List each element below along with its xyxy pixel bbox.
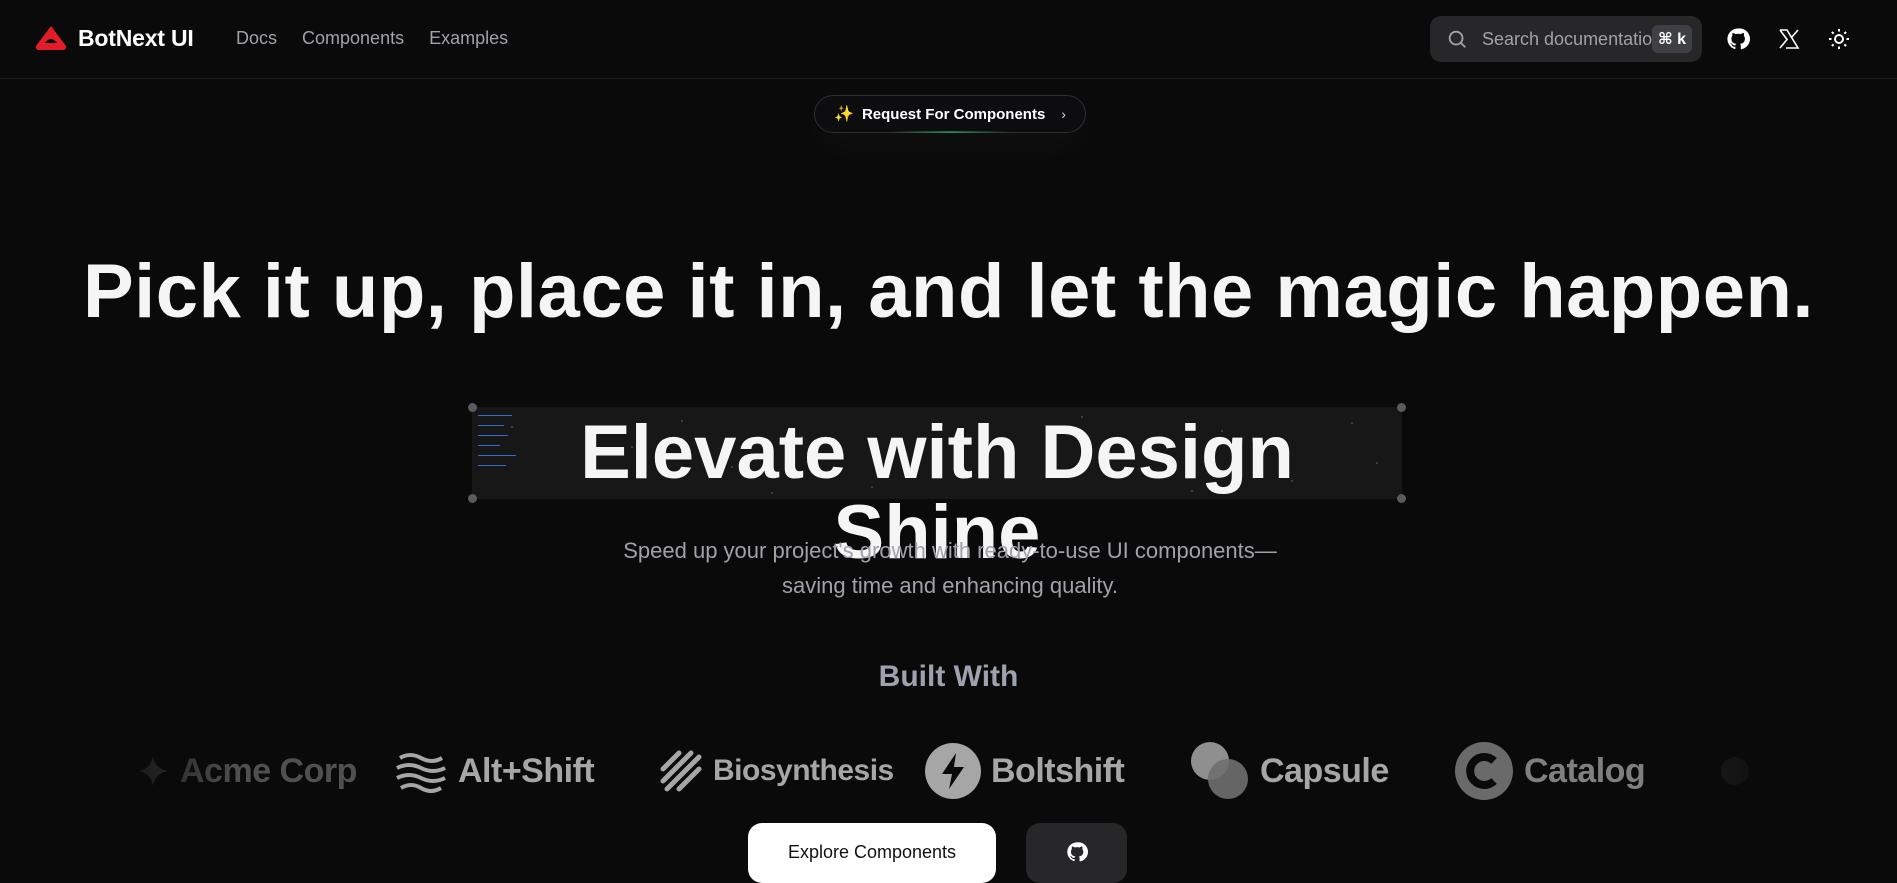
logo-catalog: Catalog: [1454, 740, 1646, 802]
github-icon: [1066, 842, 1088, 862]
logo-capsule: Capsule: [1190, 740, 1389, 802]
x-twitter-icon: [1779, 29, 1800, 49]
resize-handle-top-right[interactable]: [1397, 403, 1406, 412]
logo-alt-shift: Alt+Shift: [394, 740, 595, 802]
sparkles-icon: ✨: [834, 106, 854, 123]
resize-handle-bottom-right[interactable]: [1397, 494, 1406, 503]
request-components-pill[interactable]: ✨ Request For Components ›: [814, 95, 1086, 133]
theme-toggle[interactable]: [1826, 26, 1852, 52]
main-nav: Docs Components Examples: [236, 28, 508, 49]
hero-subtitle: Speed up your project's growth with read…: [623, 538, 1277, 598]
search-placeholder: Search documentation: [1482, 28, 1658, 49]
nav-link-docs[interactable]: Docs: [236, 28, 277, 49]
resize-handle-top-left[interactable]: [468, 403, 477, 412]
github-icon: [1727, 28, 1750, 50]
marquee-fade-right: [1640, 730, 1800, 810]
github-link[interactable]: [1725, 26, 1751, 52]
search-icon: [1448, 30, 1466, 48]
marquee-fade-left: [100, 730, 240, 810]
pill-glow-line: [890, 131, 1010, 133]
lightning-bolt-icon: [925, 743, 981, 799]
c-ring-icon: [1455, 742, 1513, 800]
sun-icon: [1829, 29, 1849, 49]
search-input[interactable]: Search documentation ⌘ k: [1430, 16, 1702, 62]
wave-sphere-icon: [396, 753, 446, 793]
logo-marquee: Acme Corp Alt+Shift Biosynthesis Boltshi…: [0, 740, 1897, 802]
nav-link-components[interactable]: Components: [302, 28, 404, 49]
brand-name: BotNext UI: [78, 24, 194, 51]
brand-logo-icon: [35, 26, 67, 50]
x-twitter-link[interactable]: [1776, 26, 1802, 52]
explore-components-button[interactable]: Explore Components: [748, 823, 996, 883]
brand[interactable]: BotNext UI: [34, 24, 194, 52]
built-with-heading: Built With: [878, 660, 1019, 693]
hero-title: Pick it up, place it in, and let the mag…: [82, 249, 1815, 334]
diagonal-stripes-icon: [660, 750, 702, 792]
nav-link-examples[interactable]: Examples: [429, 28, 508, 49]
logo-biosynthesis: Biosynthesis: [659, 740, 894, 802]
pill-label: Request For Components: [861, 105, 1046, 123]
logo-boltshift: Boltshift: [925, 740, 1125, 802]
resize-handle-bottom-left[interactable]: [468, 494, 477, 503]
top-navbar: BotNext UI Docs Components Examples Sear…: [0, 0, 1897, 79]
design-shine-box: Elevate with Design Shine: [468, 403, 1406, 573]
chevron-right-icon: ›: [1061, 106, 1066, 122]
overlapping-circles-icon: [1191, 742, 1248, 799]
search-shortcut-badge: ⌘ k: [1651, 25, 1692, 53]
github-button[interactable]: [1026, 823, 1127, 883]
